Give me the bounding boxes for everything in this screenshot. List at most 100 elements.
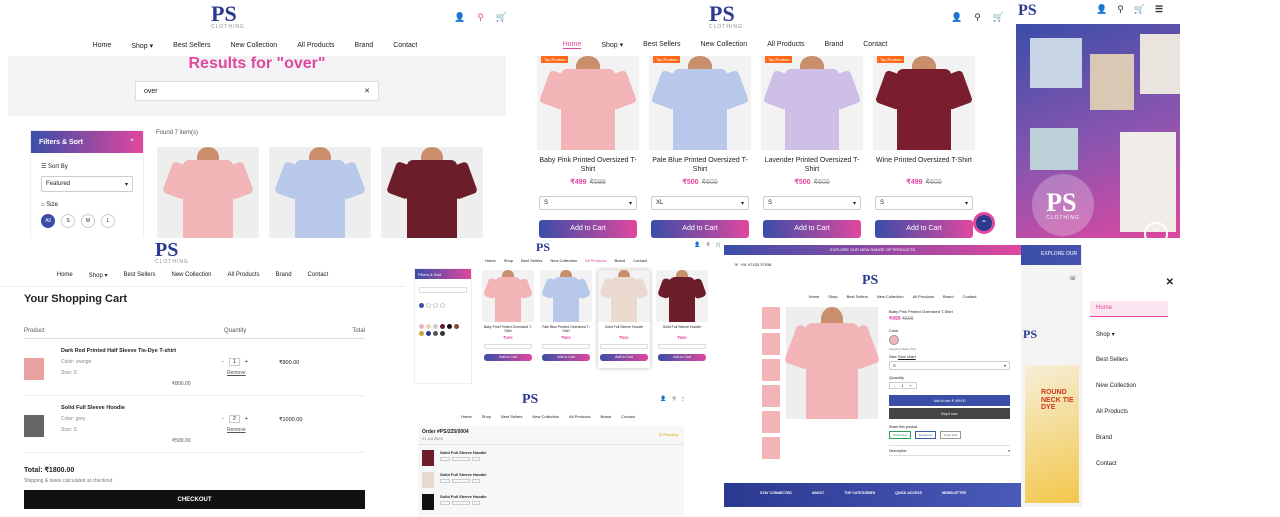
mobile-menu-item[interactable]: New Collection bbox=[1090, 379, 1168, 395]
whatsapp-share-button[interactable]: WhatsApp bbox=[889, 431, 911, 439]
nav-home[interactable]: Home bbox=[562, 41, 582, 49]
nav-contact[interactable]: Contact bbox=[393, 42, 417, 50]
cart-item-name[interactable]: Dark Red Printed Half Sleeve Tie-Dye T-s… bbox=[61, 348, 176, 354]
increment-button[interactable]: + bbox=[245, 416, 248, 422]
search-icon[interactable]: ⚲ bbox=[974, 12, 981, 23]
nav-best-sellers[interactable]: Best Sellers bbox=[643, 41, 680, 49]
product-card[interactable]: Top Product Wine Printed Oversized T-Shi… bbox=[873, 56, 975, 238]
product-thumbnail[interactable] bbox=[24, 415, 44, 437]
description-accordion[interactable]: Description ▾ bbox=[889, 445, 1010, 456]
cart-icon[interactable]: 🛒 bbox=[682, 396, 684, 402]
product-title[interactable]: Solid Full Sleeve Hoodie bbox=[656, 325, 708, 335]
menu-icon[interactable]: ☰ bbox=[1155, 4, 1163, 15]
quantity-stepper[interactable]: -1 + bbox=[889, 382, 917, 389]
nav-best-sellers[interactable]: Best Sellers bbox=[847, 294, 868, 299]
add-to-cart-button[interactable]: Add to Cart bbox=[658, 354, 706, 361]
nav-brand[interactable]: Brand bbox=[614, 258, 625, 263]
nav-contact[interactable]: Contact bbox=[963, 294, 977, 299]
product-title[interactable]: Baby Pink Printed Oversized T-Shirt bbox=[482, 325, 534, 335]
cart-icon[interactable]: 🛒 bbox=[716, 242, 720, 248]
site-logo[interactable]: PS bbox=[1023, 325, 1037, 343]
color-swatch-pink[interactable] bbox=[889, 335, 899, 345]
thumbnail[interactable] bbox=[762, 359, 780, 381]
nav-brand[interactable]: Brand bbox=[600, 414, 611, 419]
add-to-cart-button[interactable]: Add to Cart bbox=[539, 220, 637, 238]
thumbnail[interactable] bbox=[762, 333, 780, 355]
search-input[interactable]: over ✕ bbox=[135, 81, 379, 101]
nav-new-collection[interactable]: New Collection bbox=[877, 294, 904, 299]
quantity-stepper[interactable]: -2 + bbox=[222, 415, 248, 423]
add-to-cart-button[interactable]: Add to Cart bbox=[600, 354, 648, 361]
product-title[interactable]: Pale Blue Printed Oversized T-Shirt bbox=[649, 156, 751, 176]
user-icon[interactable]: 👤 bbox=[951, 12, 962, 23]
nav-all-products[interactable]: All Products bbox=[913, 294, 934, 299]
product-card[interactable]: Top Product Pale Blue Printed Oversized … bbox=[649, 56, 751, 238]
nav-home[interactable]: Home bbox=[93, 42, 112, 50]
facebook-share-button[interactable]: Facebook bbox=[914, 431, 937, 439]
nav-brand[interactable]: Brand bbox=[276, 272, 292, 279]
user-icon[interactable]: 👤 bbox=[1096, 4, 1107, 15]
cart-icon[interactable]: 🛒 bbox=[496, 12, 507, 23]
nav-best-sellers[interactable]: Best Sellers bbox=[501, 414, 522, 419]
product-title[interactable]: Lavender Printed Oversized T-Shirt bbox=[761, 156, 863, 176]
add-to-cart-button[interactable]: Add to Cart bbox=[763, 220, 861, 238]
product-card[interactable]: Top Product Baby Pink Printed Oversized … bbox=[537, 56, 639, 238]
mobile-menu-item[interactable]: Brand bbox=[1090, 431, 1168, 447]
site-logo[interactable]: PS CLOTHING bbox=[709, 3, 743, 33]
mobile-menu-item[interactable]: Best Sellers bbox=[1090, 353, 1168, 369]
product-card[interactable]: Pale Blue Printed Oversized T-Shirt ₹500… bbox=[540, 270, 592, 368]
nav-brand[interactable]: Brand bbox=[825, 41, 844, 49]
add-to-cart-button[interactable]: Add to cart ₹ 499.00 bbox=[889, 395, 1010, 406]
user-icon[interactable]: 👤 bbox=[454, 12, 465, 23]
product-card[interactable]: Solid Full Sleeve Hoodie ₹500 Add to Car… bbox=[598, 270, 650, 368]
clear-icon[interactable]: ✕ bbox=[364, 87, 370, 95]
nav-all-products[interactable]: All Products bbox=[228, 272, 260, 279]
nav-shop[interactable]: Shop bbox=[504, 258, 513, 263]
increment-button[interactable]: + bbox=[245, 359, 248, 365]
nav-new-collection[interactable]: New Collection bbox=[701, 41, 748, 49]
nav-new-collection[interactable]: New Collection bbox=[171, 272, 211, 279]
search-icon[interactable]: ⚲ bbox=[706, 242, 710, 248]
color-swatches[interactable] bbox=[419, 324, 459, 336]
user-icon[interactable]: 👤 bbox=[660, 396, 666, 402]
size-chart-link[interactable]: Size chart bbox=[898, 354, 916, 359]
product-card[interactable]: Baby Pink Printed Oversized T-Shirt ₹499… bbox=[482, 270, 534, 368]
quantity-stepper[interactable]: -1 + bbox=[222, 358, 248, 366]
search-icon[interactable]: ⚲ bbox=[672, 396, 676, 402]
size-select[interactable]: S ▾ bbox=[539, 196, 637, 210]
size-option-all[interactable]: All bbox=[41, 214, 55, 228]
nav-brand[interactable]: Brand bbox=[355, 42, 374, 50]
size-option-l[interactable]: L bbox=[101, 214, 115, 228]
search-icon[interactable]: ⚲ bbox=[477, 12, 484, 23]
filter-header[interactable]: Filters & Sort bbox=[415, 269, 471, 279]
thumbnail[interactable] bbox=[762, 385, 780, 407]
nav-brand[interactable]: Brand bbox=[943, 294, 954, 299]
add-to-cart-button[interactable]: Add to Cart bbox=[651, 220, 749, 238]
user-icon[interactable]: 👤 bbox=[694, 242, 700, 248]
sort-select[interactable]: Featured ▾ bbox=[41, 176, 133, 192]
product-title[interactable]: Solid Full Sleeve Hoodie bbox=[598, 325, 650, 335]
mobile-menu-item[interactable]: All Products bbox=[1090, 405, 1168, 421]
decrement-button[interactable]: - bbox=[222, 359, 224, 365]
remove-link[interactable]: Remove bbox=[227, 427, 246, 433]
size-select[interactable]: S ▾ bbox=[875, 196, 973, 210]
nav-contact[interactable]: Contact bbox=[621, 414, 635, 419]
nav-best-sellers[interactable]: Best Sellers bbox=[123, 272, 155, 279]
buy-now-button[interactable]: Buy it now bbox=[889, 408, 1010, 419]
size-option-m[interactable]: M bbox=[81, 214, 95, 228]
product-title[interactable]: Wine Printed Oversized T-Shirt bbox=[873, 156, 975, 176]
phone-number[interactable]: ☏ +91 97433 37938 bbox=[734, 262, 771, 267]
nav-shop[interactable]: Shop ▾ bbox=[89, 272, 108, 279]
size-option-s[interactable]: S bbox=[61, 214, 75, 228]
nav-shop[interactable]: Shop bbox=[482, 414, 491, 419]
size-select[interactable]: XL ▾ bbox=[651, 196, 749, 210]
nav-home[interactable]: Home bbox=[57, 272, 73, 279]
product-card[interactable]: Top Product Lavender Printed Oversized T… bbox=[761, 56, 863, 238]
nav-shop[interactable]: Shop bbox=[828, 294, 837, 299]
thumbnail[interactable] bbox=[762, 307, 780, 329]
nav-new-collection[interactable]: New Collection bbox=[550, 258, 577, 263]
site-logo[interactable]: PS bbox=[862, 271, 878, 289]
remove-link[interactable]: Remove bbox=[227, 370, 246, 376]
result-card[interactable] bbox=[269, 147, 371, 238]
nav-home[interactable]: Home bbox=[485, 258, 496, 263]
